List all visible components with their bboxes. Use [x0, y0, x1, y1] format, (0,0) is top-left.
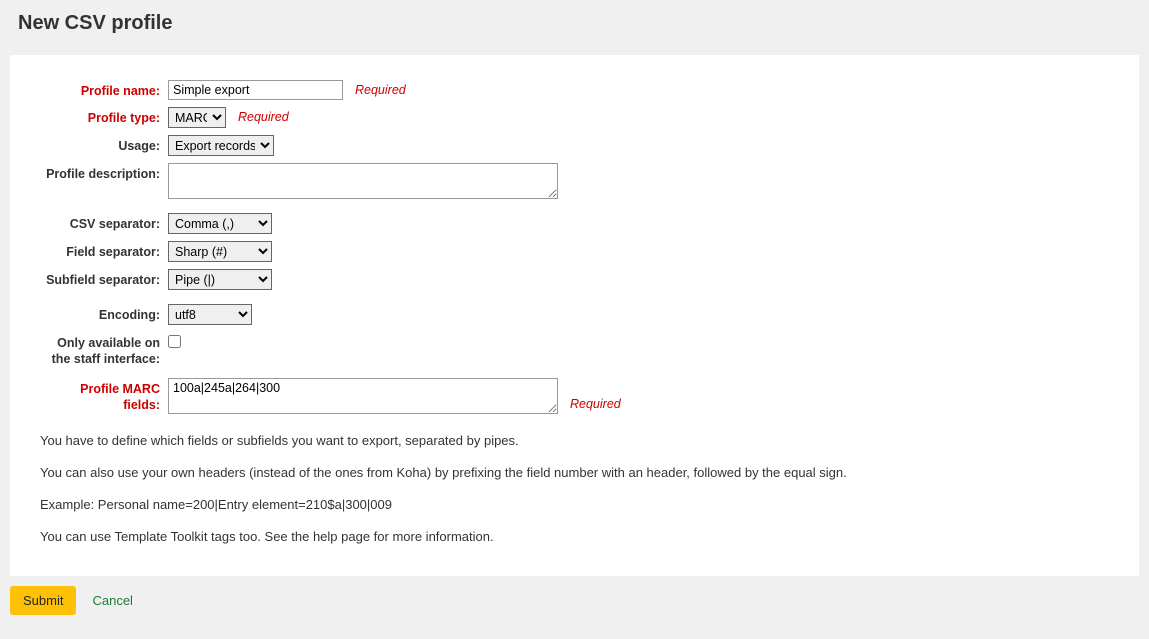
cancel-link[interactable]: Cancel — [92, 593, 132, 608]
profile-description-textarea[interactable] — [168, 163, 558, 199]
row-encoding: Encoding: utf8 — [40, 304, 1109, 325]
encoding-select[interactable]: utf8 — [168, 304, 252, 325]
row-profile-name: Profile name: Required — [40, 80, 1109, 100]
help-line: You have to define which fields or subfi… — [40, 432, 1109, 450]
csv-separator-select[interactable]: Comma (,) — [168, 213, 272, 234]
field-separator-select[interactable]: Sharp (#) — [168, 241, 272, 262]
label-usage: Usage: — [40, 135, 168, 154]
profile-name-input[interactable] — [168, 80, 343, 100]
form-panel: Profile name: Required Profile type: MAR… — [10, 55, 1139, 576]
label-encoding: Encoding: — [40, 304, 168, 323]
help-line: You can also use your own headers (inste… — [40, 464, 1109, 482]
action-bar: Submit Cancel — [10, 576, 1139, 625]
row-only-staff: Only available on the staff interface: — [40, 332, 1109, 368]
label-profile-description: Profile description: — [40, 163, 168, 182]
label-profile-marc: Profile MARC fields: — [40, 378, 168, 414]
required-hint: Required — [238, 107, 289, 124]
label-profile-type: Profile type: — [40, 107, 168, 126]
row-csv-separator: CSV separator: Comma (,) — [40, 213, 1109, 234]
profile-type-select[interactable]: MARC — [168, 107, 226, 128]
help-text: You have to define which fields or subfi… — [40, 432, 1109, 547]
page-title: New CSV profile — [0, 0, 1149, 45]
label-csv-separator: CSV separator: — [40, 213, 168, 232]
submit-button[interactable]: Submit — [10, 586, 76, 615]
subfield-separator-select[interactable]: Pipe (|) — [168, 269, 272, 290]
label-field-separator: Field separator: — [40, 241, 168, 260]
label-profile-name: Profile name: — [40, 80, 168, 99]
profile-marc-textarea[interactable]: 100a|245a|264|300 — [168, 378, 558, 414]
help-line: You can use Template Toolkit tags too. S… — [40, 528, 1109, 546]
label-only-staff: Only available on the staff interface: — [40, 332, 168, 368]
row-profile-marc: Profile MARC fields: 100a|245a|264|300 R… — [40, 378, 1109, 414]
help-line: Example: Personal name=200|Entry element… — [40, 496, 1109, 514]
row-profile-type: Profile type: MARC Required — [40, 107, 1109, 128]
label-subfield-separator: Subfield separator: — [40, 269, 168, 288]
row-usage: Usage: Export records — [40, 135, 1109, 156]
required-hint: Required — [570, 394, 621, 414]
usage-select[interactable]: Export records — [168, 135, 274, 156]
row-field-separator: Field separator: Sharp (#) — [40, 241, 1109, 262]
only-staff-checkbox[interactable] — [168, 335, 181, 348]
required-hint: Required — [355, 80, 406, 97]
row-subfield-separator: Subfield separator: Pipe (|) — [40, 269, 1109, 290]
row-profile-description: Profile description: — [40, 163, 1109, 199]
